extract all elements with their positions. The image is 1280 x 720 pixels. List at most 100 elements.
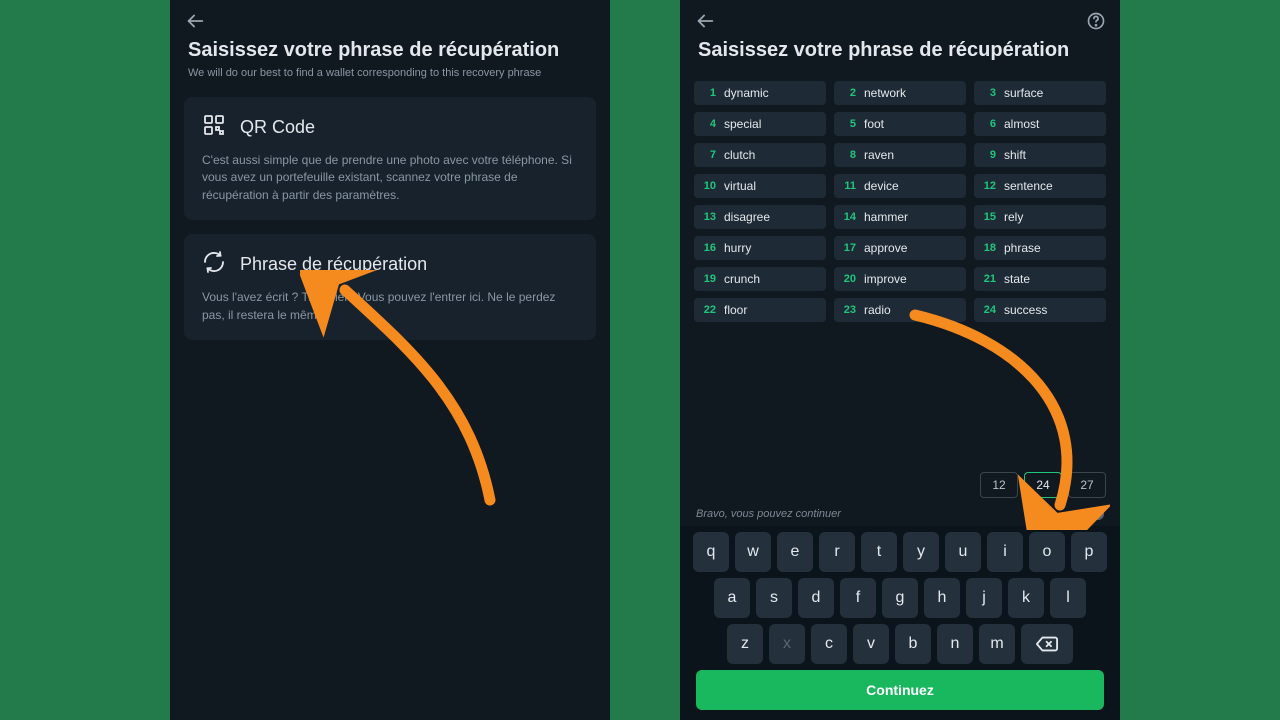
- key-f[interactable]: f: [840, 578, 876, 618]
- key-w[interactable]: w: [735, 532, 771, 572]
- word-index: 16: [702, 242, 716, 254]
- word-index: 19: [702, 273, 716, 285]
- word-text: phrase: [1004, 241, 1041, 255]
- key-v[interactable]: v: [853, 624, 889, 664]
- page-subtitle: We will do our best to find a wallet cor…: [188, 67, 592, 79]
- recovery-word[interactable]: 17approve: [834, 236, 966, 260]
- recovery-words-grid: 1 dynamic 2network 3surface 4special 5 foot 6 al…: [680, 77, 1120, 328]
- key-n[interactable]: n: [937, 624, 973, 664]
- recovery-word[interactable]: 19 crunch: [694, 267, 826, 291]
- key-c[interactable]: c: [811, 624, 847, 664]
- key-i[interactable]: i: [987, 532, 1023, 572]
- recovery-word[interactable]: 9shift: [974, 143, 1106, 167]
- word-index: 10: [702, 180, 716, 192]
- card-qr-label: QR Code: [240, 117, 315, 138]
- recovery-word[interactable]: 2network: [834, 81, 966, 105]
- key-d[interactable]: d: [798, 578, 834, 618]
- recovery-word[interactable]: 16 hurry: [694, 236, 826, 260]
- key-h[interactable]: h: [924, 578, 960, 618]
- word-text: crunch: [724, 272, 760, 286]
- card-recovery-phrase[interactable]: Phrase de récupération Vous l'avez écrit…: [184, 234, 596, 340]
- card-qr-body: C'est aussi simple que de prendre une ph…: [202, 152, 578, 204]
- key-y[interactable]: y: [903, 532, 939, 572]
- recovery-word[interactable]: 6 almost: [974, 112, 1106, 136]
- key-u[interactable]: u: [945, 532, 981, 572]
- recovery-word[interactable]: 7clutch: [694, 143, 826, 167]
- backspace-key[interactable]: [1021, 624, 1073, 664]
- help-icon[interactable]: [1086, 11, 1106, 31]
- card-phrase-label: Phrase de récupération: [240, 254, 427, 275]
- word-index: 12: [982, 180, 996, 192]
- word-index: 5: [842, 118, 856, 130]
- key-k[interactable]: k: [1008, 578, 1044, 618]
- word-text: approve: [864, 241, 907, 255]
- recovery-word[interactable]: 20 improve: [834, 267, 966, 291]
- key-j[interactable]: j: [966, 578, 1002, 618]
- length-option-27[interactable]: 27: [1068, 472, 1106, 498]
- key-b[interactable]: b: [895, 624, 931, 664]
- length-option-24[interactable]: 24: [1024, 472, 1062, 498]
- key-s[interactable]: s: [756, 578, 792, 618]
- recovery-word[interactable]: 5 foot: [834, 112, 966, 136]
- recovery-word[interactable]: 11device: [834, 174, 966, 198]
- word-index: 14: [842, 211, 856, 223]
- recovery-word[interactable]: 22floor: [694, 298, 826, 322]
- word-text: hammer: [864, 210, 908, 224]
- word-text: improve: [864, 272, 907, 286]
- word-index: 1: [702, 87, 716, 99]
- back-arrow-icon[interactable]: [694, 10, 716, 32]
- word-index: 4: [702, 118, 716, 130]
- recovery-word[interactable]: 24 success: [974, 298, 1106, 322]
- key-q[interactable]: q: [693, 532, 729, 572]
- word-index: 2: [842, 87, 856, 99]
- key-z[interactable]: z: [727, 624, 763, 664]
- key-m[interactable]: m: [979, 624, 1015, 664]
- word-text: shift: [1004, 148, 1026, 162]
- key-a[interactable]: a: [714, 578, 750, 618]
- recovery-word[interactable]: 3surface: [974, 81, 1106, 105]
- recovery-word[interactable]: 23radio: [834, 298, 966, 322]
- word-text: success: [1004, 303, 1047, 317]
- card-qr-code[interactable]: QR Code C'est aussi simple que de prendr…: [184, 97, 596, 220]
- qr-code-icon: [202, 113, 226, 142]
- recovery-word[interactable]: 10 virtual: [694, 174, 826, 198]
- back-arrow-icon[interactable]: [184, 10, 206, 32]
- recovery-word[interactable]: 18phrase: [974, 236, 1106, 260]
- key-x[interactable]: x: [769, 624, 805, 664]
- word-index: 24: [982, 304, 996, 316]
- word-text: almost: [1004, 117, 1039, 131]
- continue-button[interactable]: Continuez: [696, 670, 1104, 710]
- key-t[interactable]: t: [861, 532, 897, 572]
- key-r[interactable]: r: [819, 532, 855, 572]
- keyboard: qwertyuiop asdfghjkl zxcvbnm Continuez: [680, 526, 1120, 720]
- word-index: 6: [982, 118, 996, 130]
- key-g[interactable]: g: [882, 578, 918, 618]
- length-option-12[interactable]: 12: [980, 472, 1018, 498]
- page-title: Saisissez votre phrase de récupération: [698, 38, 1102, 63]
- word-text: dynamic: [724, 86, 769, 100]
- card-phrase-body: Vous l'avez écrit ? Très bien. Vous pouv…: [202, 289, 578, 324]
- key-o[interactable]: o: [1029, 532, 1065, 572]
- recovery-word[interactable]: 4special: [694, 112, 826, 136]
- word-index: 22: [702, 304, 716, 316]
- word-text: virtual: [724, 179, 756, 193]
- recovery-word[interactable]: 14 hammer: [834, 205, 966, 229]
- recovery-word[interactable]: 12sentence: [974, 174, 1106, 198]
- word-index: 8: [842, 149, 856, 161]
- recovery-word[interactable]: 21state: [974, 267, 1106, 291]
- recovery-word[interactable]: 13disagree: [694, 205, 826, 229]
- key-e[interactable]: e: [777, 532, 813, 572]
- word-index: 15: [982, 211, 996, 223]
- recovery-word[interactable]: 1 dynamic: [694, 81, 826, 105]
- recovery-word[interactable]: 8raven: [834, 143, 966, 167]
- word-text: foot: [864, 117, 884, 131]
- word-text: state: [1004, 272, 1030, 286]
- word-index: 20: [842, 273, 856, 285]
- page-title: Saisissez votre phrase de récupération: [188, 38, 592, 63]
- key-p[interactable]: p: [1071, 532, 1107, 572]
- word-text: hurry: [724, 241, 751, 255]
- word-text: radio: [864, 303, 891, 317]
- word-text: surface: [1004, 86, 1043, 100]
- recovery-word[interactable]: 15rely: [974, 205, 1106, 229]
- key-l[interactable]: l: [1050, 578, 1086, 618]
